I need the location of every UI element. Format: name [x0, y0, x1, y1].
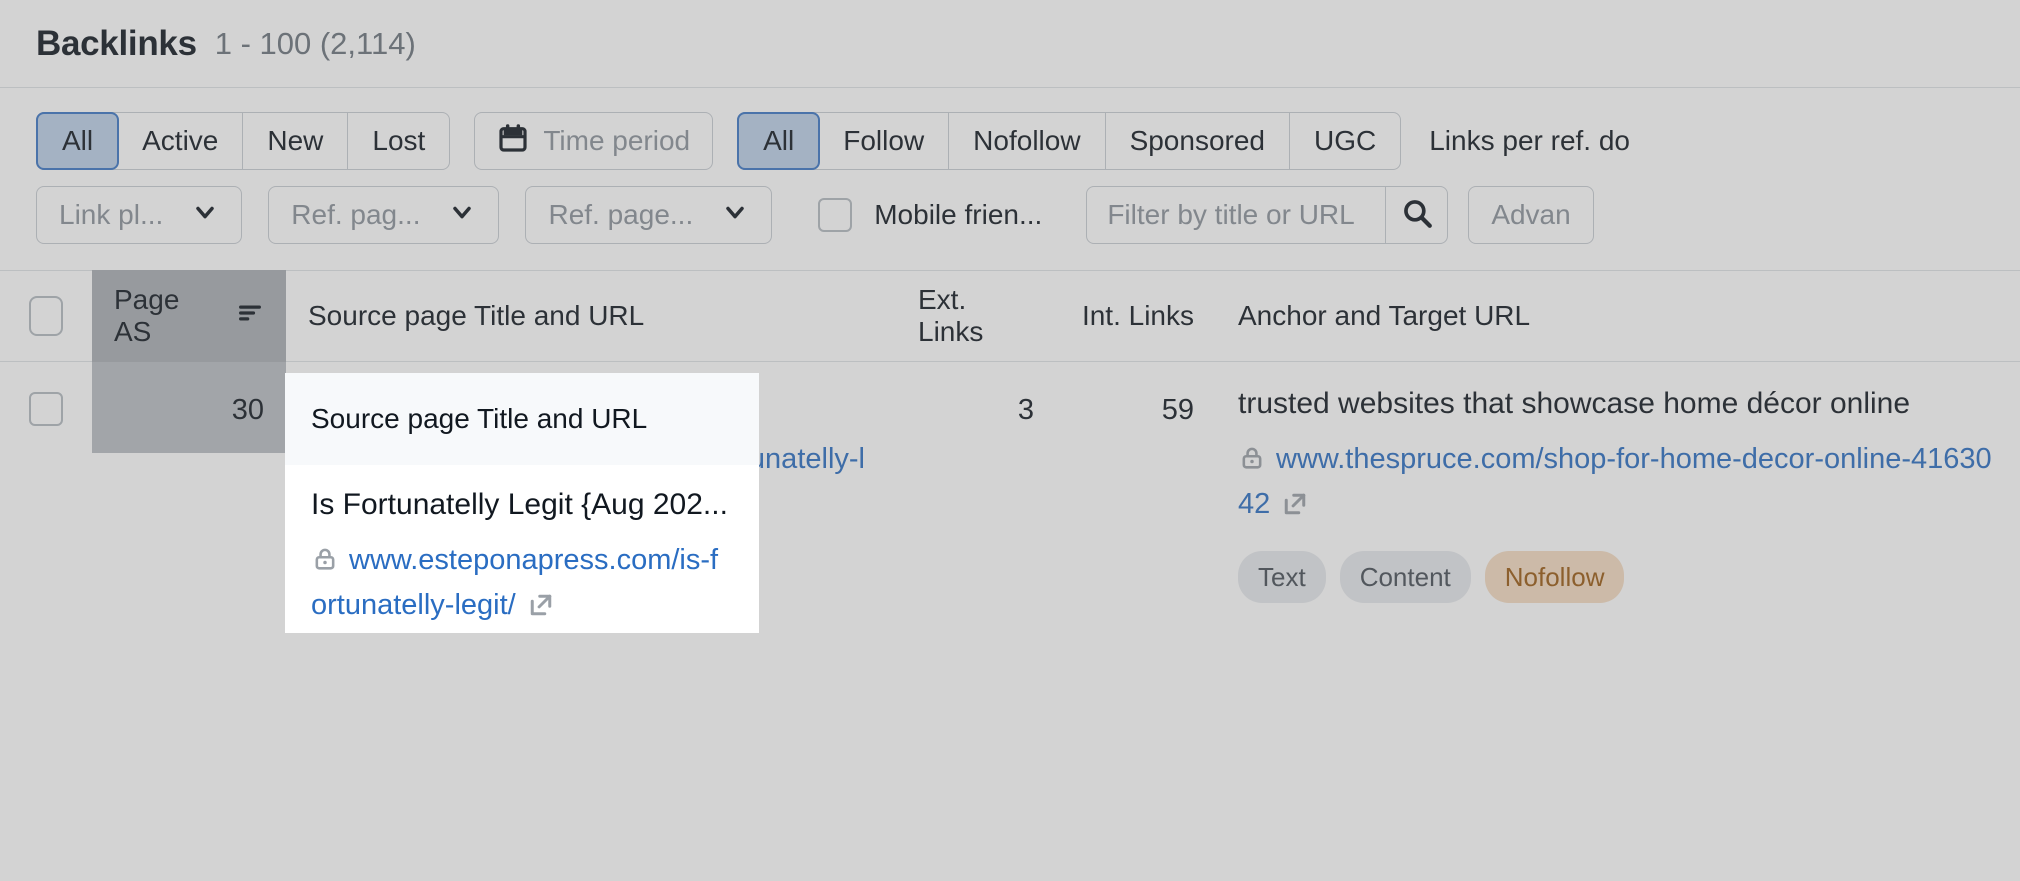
- select-all-header[interactable]: [0, 270, 92, 362]
- target-url-wrap: www.thespruce.com/shop-for-home-decor-on…: [1238, 439, 1998, 531]
- advanced-filters-button[interactable]: Advan: [1468, 186, 1594, 244]
- row-checkbox[interactable]: [29, 392, 63, 426]
- cell-int-links: 59: [1161, 394, 1194, 426]
- highlighted-source-page-column: Source page Title and URL Is Fortunatell…: [285, 373, 759, 633]
- column-header-page-as[interactable]: Page AS: [92, 270, 286, 362]
- link-placement-label: Link pl...: [59, 199, 164, 230]
- mobile-friendly-label: Mobile frien...: [874, 199, 1043, 230]
- external-link-icon[interactable]: [1280, 489, 1310, 531]
- lock-icon: [1238, 443, 1266, 484]
- status-segment-lost[interactable]: Lost: [348, 113, 449, 169]
- result-count: 1 - 100 (2,114): [214, 25, 416, 61]
- calendar-icon: [497, 122, 529, 161]
- filter-row-secondary: Link pl... Ref. pag... Ref. page... Mobi…: [36, 184, 1984, 246]
- anchor-text: trusted websites that showcase home déco…: [1238, 387, 1911, 420]
- tag-content: Content: [1339, 550, 1471, 604]
- spotlight-column-header[interactable]: Source page Title and URL: [285, 373, 759, 465]
- column-header-anchor-target-url[interactable]: Anchor and Target URL: [1216, 270, 2020, 362]
- page-header: Backlinks 1 - 100 (2,114): [0, 0, 2020, 88]
- spotlight-source-url-wrap: www.esteponapress.com/is-fortunatelly-le…: [311, 540, 733, 632]
- cell-anchor-target: trusted websites that showcase home déco…: [1216, 362, 2020, 625]
- follow-segment-nofollow[interactable]: Nofollow: [949, 113, 1106, 169]
- column-header-page-as-label: Page AS: [114, 284, 180, 347]
- ref-page-platform-label: Ref. pag...: [291, 199, 421, 230]
- sort-icon[interactable]: [236, 299, 264, 334]
- filter-row-primary: All Active New Lost Time period All Foll…: [36, 110, 1984, 172]
- status-segment-new[interactable]: New: [243, 113, 349, 169]
- column-header-int-links[interactable]: Int. Links: [1056, 270, 1216, 362]
- links-per-ref-domain-label: Links per ref. do: [1429, 125, 1631, 156]
- table-header-row: Page AS Source page Title and URL Ext. L…: [0, 270, 2020, 362]
- follow-segment-all[interactable]: All: [737, 112, 821, 170]
- anchor-tags: Text Content Nofollow: [1238, 550, 1998, 604]
- spotlight-source-url[interactable]: www.esteponapress.com/is-fortunatelly-le…: [311, 544, 718, 621]
- search-icon: [1400, 196, 1434, 235]
- follow-segment-ugc[interactable]: UGC: [1290, 113, 1400, 169]
- target-url[interactable]: www.thespruce.com/shop-for-home-decor-on…: [1238, 443, 1992, 520]
- page-title: Backlinks: [36, 23, 197, 63]
- spotlight-cell: Is Fortunatelly Legit {Aug 202... www.es…: [285, 465, 759, 633]
- spotlight-source-title[interactable]: Is Fortunatelly Legit {Aug 202...: [311, 485, 733, 526]
- mobile-friendly-checkbox[interactable]: [818, 198, 853, 232]
- tag-nofollow: Nofollow: [1484, 550, 1625, 604]
- time-period-placeholder: Time period: [543, 125, 691, 156]
- row-select-cell[interactable]: [0, 362, 92, 448]
- status-segmented-control: All Active New Lost: [36, 112, 451, 170]
- lock-icon: [311, 544, 339, 585]
- chevron-down-icon: [721, 198, 749, 233]
- filter-toolbar: All Active New Lost Time period All Foll…: [0, 88, 2020, 246]
- time-period-picker[interactable]: Time period: [474, 112, 714, 170]
- follow-segment-follow[interactable]: Follow: [819, 113, 950, 169]
- tag-text: Text: [1238, 550, 1326, 604]
- chevron-down-icon: [191, 198, 219, 233]
- status-segment-active[interactable]: Active: [118, 113, 244, 169]
- select-all-checkbox[interactable]: [29, 296, 63, 336]
- mobile-friendly-filter[interactable]: Mobile frien...: [818, 198, 1042, 232]
- status-segment-all[interactable]: All: [36, 112, 120, 170]
- follow-type-segmented-control: All Follow Nofollow Sponsored UGC: [737, 112, 1402, 170]
- column-header-source-page[interactable]: Source page Title and URL: [286, 270, 896, 362]
- chevron-down-icon: [448, 198, 476, 233]
- ref-page-platform-dropdown[interactable]: Ref. pag...: [268, 186, 500, 244]
- ref-page-language-label: Ref. page...: [548, 199, 694, 230]
- cell-page-as: 30: [92, 362, 286, 453]
- cell-ext-links: 3: [1017, 394, 1034, 426]
- column-header-ext-links[interactable]: Ext. Links: [896, 270, 1056, 362]
- search-field-group: [1086, 186, 1449, 244]
- follow-segment-sponsored[interactable]: Sponsored: [1106, 113, 1290, 169]
- external-link-icon[interactable]: [526, 590, 556, 632]
- search-input[interactable]: [1087, 187, 1386, 243]
- ref-page-language-dropdown[interactable]: Ref. page...: [525, 186, 773, 244]
- app-root: Backlinks 1 - 100 (2,114) All Active New…: [0, 0, 2020, 881]
- link-placement-dropdown[interactable]: Link pl...: [36, 186, 243, 244]
- search-button[interactable]: [1385, 187, 1447, 243]
